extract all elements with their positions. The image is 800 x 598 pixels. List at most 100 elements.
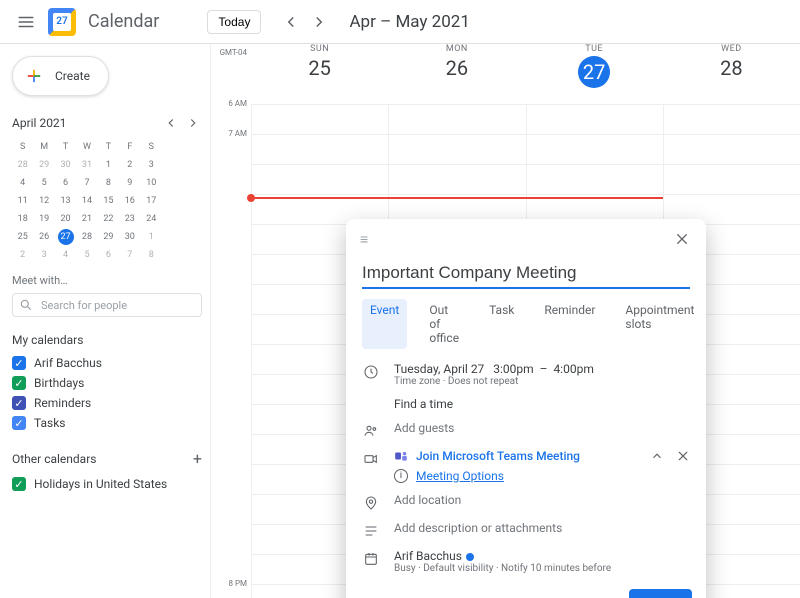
add-guests-field[interactable]: Add guests xyxy=(394,421,690,435)
mini-dow: S xyxy=(141,138,162,156)
mini-day[interactable]: 15 xyxy=(98,192,119,210)
search-people-input[interactable]: Search for people xyxy=(12,293,202,317)
event-type-tab[interactable]: Reminder xyxy=(536,299,603,349)
calendar-toggle[interactable]: ✓Reminders xyxy=(12,393,202,413)
mini-calendar[interactable]: SMTWTFS 28293031123456789101112131415161… xyxy=(12,138,162,264)
mini-dow: T xyxy=(55,138,76,156)
mini-day[interactable]: 2 xyxy=(12,246,33,264)
teams-join-link[interactable]: Join Microsoft Teams Meeting xyxy=(416,449,580,463)
day-column-header[interactable]: SUN25 xyxy=(251,44,388,104)
mini-day[interactable]: 22 xyxy=(98,210,119,228)
save-button[interactable]: Save xyxy=(629,589,692,598)
mini-day[interactable]: 29 xyxy=(98,228,119,246)
find-time-link[interactable]: Find a time xyxy=(394,397,690,411)
close-button[interactable] xyxy=(668,225,696,253)
event-type-tab[interactable]: Appointment slots xyxy=(617,299,702,349)
other-calendars-header[interactable]: Other calendars + xyxy=(12,449,202,468)
remove-conference-icon[interactable] xyxy=(676,449,690,463)
mini-day[interactable]: 19 xyxy=(33,210,54,228)
hour-label xyxy=(211,189,247,219)
mini-day[interactable]: 25 xyxy=(12,228,33,246)
mini-day[interactable]: 20 xyxy=(55,210,76,228)
add-description-field[interactable]: Add description or attachments xyxy=(394,521,690,535)
mini-day[interactable]: 18 xyxy=(12,210,33,228)
day-column-header[interactable]: TUE27 xyxy=(526,44,663,104)
mini-day[interactable]: 23 xyxy=(119,210,140,228)
mini-day[interactable]: 5 xyxy=(33,174,54,192)
mini-day[interactable]: 11 xyxy=(12,192,33,210)
mini-day[interactable]: 5 xyxy=(76,246,97,264)
mini-dow: F xyxy=(119,138,140,156)
mini-day[interactable]: 28 xyxy=(12,156,33,174)
calendar-toggle[interactable]: ✓Birthdays xyxy=(12,373,202,393)
calendar-toggle[interactable]: ✓Holidays in United States xyxy=(12,474,202,494)
day-column-header[interactable]: WED28 xyxy=(663,44,800,104)
meet-with-label: Meet with… xyxy=(12,274,202,287)
add-location-field[interactable]: Add location xyxy=(394,493,690,507)
add-calendar-icon[interactable]: + xyxy=(193,449,202,468)
mini-day[interactable]: 12 xyxy=(33,192,54,210)
mini-day[interactable]: 7 xyxy=(119,246,140,264)
mini-day[interactable]: 3 xyxy=(33,246,54,264)
event-start-time[interactable]: 3:00pm xyxy=(493,362,533,376)
collapse-icon[interactable] xyxy=(650,449,664,463)
event-type-tab[interactable]: Out of office xyxy=(421,299,467,349)
mini-day[interactable]: 16 xyxy=(119,192,140,210)
day-column-header[interactable]: MON26 xyxy=(388,44,525,104)
mini-day[interactable]: 14 xyxy=(76,192,97,210)
mini-day[interactable]: 3 xyxy=(141,156,162,174)
today-button[interactable]: Today xyxy=(207,10,261,34)
event-end-time[interactable]: 4:00pm xyxy=(553,362,593,376)
drag-handle-icon[interactable]: ≡ xyxy=(360,231,370,248)
hour-label xyxy=(211,519,247,549)
mini-day[interactable]: 28 xyxy=(76,228,97,246)
mini-day[interactable]: 30 xyxy=(119,228,140,246)
create-button[interactable]: Create xyxy=(12,56,109,96)
next-period-button[interactable] xyxy=(305,8,333,36)
hour-label xyxy=(211,459,247,489)
mini-day[interactable]: 30 xyxy=(55,156,76,174)
mini-day[interactable]: 29 xyxy=(33,156,54,174)
calendar-toggle[interactable]: ✓Tasks xyxy=(12,413,202,433)
mini-next-button[interactable] xyxy=(184,114,202,132)
checkbox-icon: ✓ xyxy=(12,396,26,410)
mini-day[interactable]: 1 xyxy=(98,156,119,174)
mini-day[interactable]: 17 xyxy=(141,192,162,210)
event-type-tab[interactable]: Event xyxy=(362,299,407,349)
mini-day[interactable]: 10 xyxy=(141,174,162,192)
event-date[interactable]: Tuesday, April 27 xyxy=(394,362,484,376)
description-icon xyxy=(362,521,380,539)
mini-day[interactable]: 26 xyxy=(33,228,54,246)
mini-day[interactable]: 9 xyxy=(119,174,140,192)
calendar-toggle[interactable]: ✓Arif Bacchus xyxy=(12,353,202,373)
mini-day[interactable]: 6 xyxy=(55,174,76,192)
info-icon: i xyxy=(394,469,408,483)
meeting-options-link[interactable]: Meeting Options xyxy=(416,469,504,483)
checkbox-icon: ✓ xyxy=(12,356,26,370)
mini-day[interactable]: 4 xyxy=(12,174,33,192)
mini-day[interactable]: 13 xyxy=(55,192,76,210)
event-type-tabs: Event Out of office Task Reminder Appointmen… xyxy=(346,289,706,357)
hour-label xyxy=(211,249,247,279)
mini-day[interactable]: 1 xyxy=(141,228,162,246)
event-type-tab[interactable]: Task xyxy=(481,299,522,349)
prev-period-button[interactable] xyxy=(277,8,305,36)
mini-day[interactable]: 6 xyxy=(98,246,119,264)
mini-day[interactable]: 31 xyxy=(76,156,97,174)
mini-dow: W xyxy=(76,138,97,156)
mini-day[interactable]: 4 xyxy=(55,246,76,264)
mini-day[interactable]: 8 xyxy=(98,174,119,192)
mini-day[interactable]: 7 xyxy=(76,174,97,192)
mini-prev-button[interactable] xyxy=(162,114,180,132)
organizer-name[interactable]: Arif Bacchus xyxy=(394,549,462,563)
event-title-input[interactable] xyxy=(362,259,690,289)
mini-day[interactable]: 2 xyxy=(119,156,140,174)
menu-icon[interactable] xyxy=(12,8,40,36)
my-calendars-header[interactable]: My calendars xyxy=(12,333,202,347)
mini-day[interactable]: 21 xyxy=(76,210,97,228)
mini-day[interactable]: 27 xyxy=(55,228,76,246)
checkbox-icon: ✓ xyxy=(12,416,26,430)
mini-day[interactable]: 24 xyxy=(141,210,162,228)
mini-day[interactable]: 8 xyxy=(141,246,162,264)
checkbox-icon: ✓ xyxy=(12,376,26,390)
